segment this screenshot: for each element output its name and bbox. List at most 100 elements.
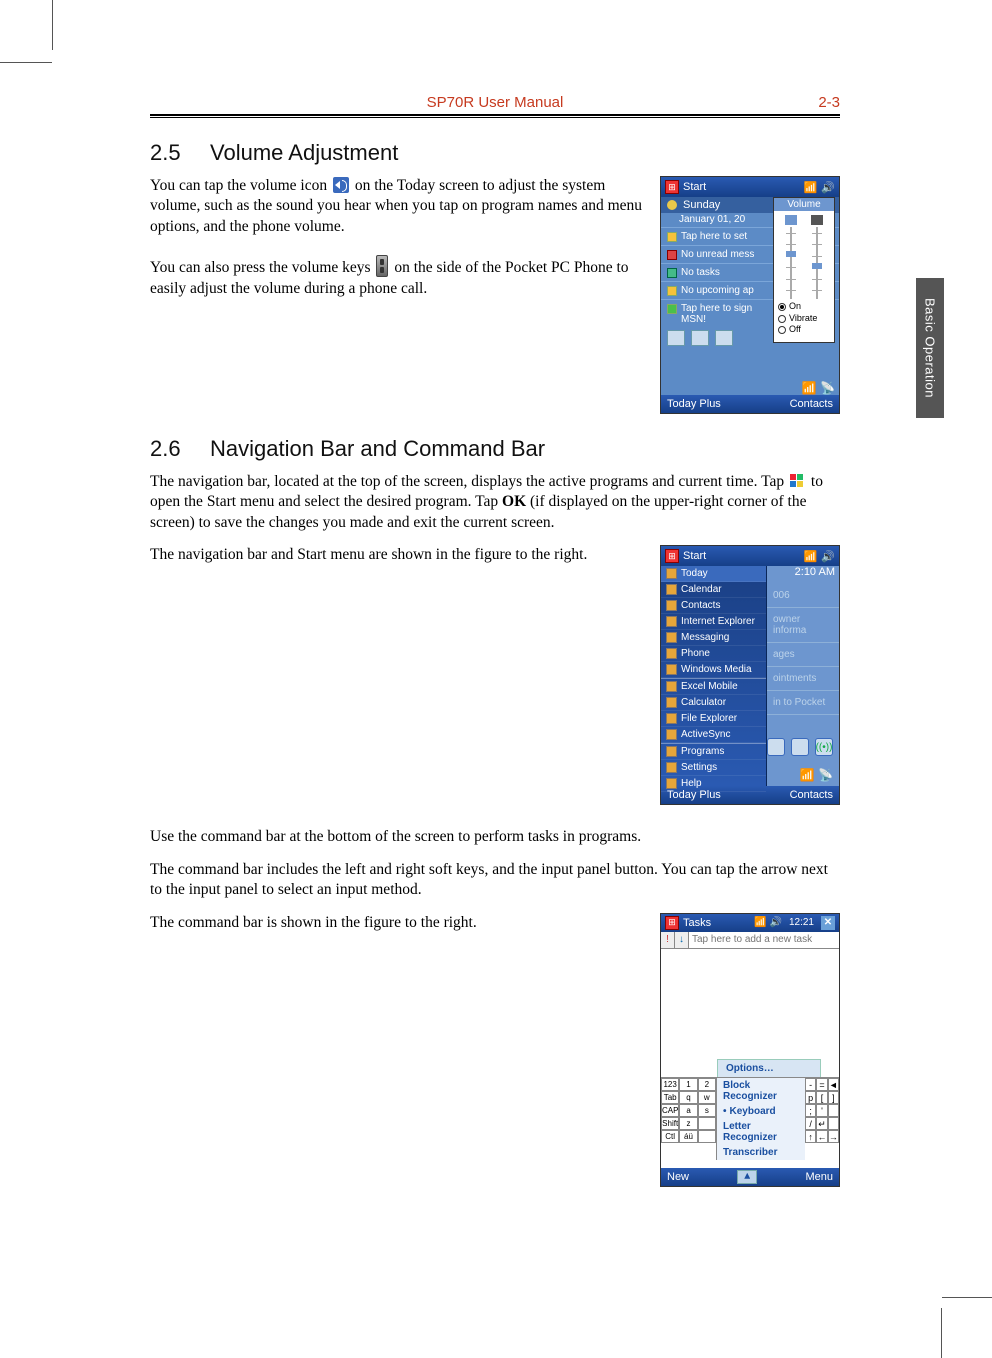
windows-flag-icon <box>790 474 805 488</box>
key[interactable]: q <box>679 1091 697 1104</box>
sort-filter-button[interactable]: ↓ <box>675 932 689 948</box>
key[interactable]: ↵ <box>816 1117 827 1130</box>
key[interactable]: 123 <box>661 1078 679 1091</box>
key[interactable]: s <box>698 1104 716 1117</box>
connection-icons: 📶 📡 <box>800 768 833 782</box>
volume-popup: Volume <box>773 197 835 343</box>
key[interactable]: áü <box>679 1130 697 1143</box>
start-flag-icon: ⊞ <box>665 180 679 194</box>
content-area: SP70R User Manual 2-3 2.5Volume Adjustme… <box>150 94 840 1195</box>
start-menu-item[interactable]: Excel Mobile <box>661 679 766 695</box>
radio-off[interactable] <box>778 326 786 334</box>
left-softkey[interactable]: Today Plus <box>667 398 721 410</box>
nav-bar: ⊞ Start 📶 🔊 <box>661 546 839 566</box>
key[interactable]: ; <box>805 1104 816 1117</box>
start-menu-item[interactable]: Help <box>661 776 766 792</box>
start-menu-item[interactable]: Windows Media <box>661 662 766 678</box>
right-softkey[interactable]: Contacts <box>790 398 833 410</box>
sip-method-item[interactable]: Block Recognizer <box>717 1078 805 1104</box>
radio-vibrate[interactable] <box>778 315 786 323</box>
key[interactable] <box>828 1104 839 1117</box>
task-filter-bar: ! ↓ <box>661 932 839 949</box>
chevron-up-icon <box>744 1173 750 1179</box>
key[interactable]: ↑ <box>805 1130 816 1143</box>
key[interactable]: = <box>816 1078 827 1091</box>
key[interactable]: p <box>805 1091 816 1104</box>
start-menu-item[interactable]: Settings <box>661 760 766 776</box>
sip-method-list[interactable]: Block RecognizerKeyboardLetter Recognize… <box>717 1078 805 1160</box>
speaker-status-icon: 🔊 <box>821 550 835 563</box>
key[interactable]: → <box>828 1130 839 1143</box>
speaker-status-icon: 🔊 <box>821 181 835 194</box>
today-msn-row2: MSN! <box>667 314 706 325</box>
app-icon <box>666 681 677 692</box>
start-menu-item[interactable]: Phone <box>661 646 766 662</box>
key[interactable] <box>828 1117 839 1130</box>
crop-marks-top-left <box>0 0 60 1358</box>
key[interactable]: Tab <box>661 1091 679 1104</box>
app-icon <box>666 584 677 595</box>
start-menu-item[interactable]: ActiveSync <box>661 727 766 743</box>
key[interactable]: z <box>679 1117 697 1130</box>
sip-options[interactable]: Options… <box>717 1059 821 1077</box>
key[interactable]: a <box>679 1104 697 1117</box>
start-menu-item[interactable]: Messaging <box>661 630 766 646</box>
key[interactable]: [ <box>816 1091 827 1104</box>
left-softkey[interactable]: New <box>667 1171 689 1183</box>
start-menu-item[interactable]: File Explorer <box>661 711 766 727</box>
sip-method-item[interactable]: Letter Recognizer <box>717 1119 805 1145</box>
key[interactable]: ] <box>828 1091 839 1104</box>
close-button[interactable]: ✕ <box>821 916 835 930</box>
app-icon <box>666 697 677 708</box>
soft-keyboard-fragment[interactable]: 12312 Tabqw CAPas ShiftzCtláü <box>661 1078 717 1160</box>
key[interactable] <box>698 1130 716 1143</box>
phone-volume-slider[interactable] <box>808 215 826 299</box>
key[interactable]: 2 <box>698 1078 716 1091</box>
start-menu-item[interactable]: Calculator <box>661 695 766 711</box>
right-softkey[interactable]: Menu <box>805 1171 833 1183</box>
sip-method-item[interactable]: Transcriber <box>717 1145 805 1160</box>
start-menu-item[interactable]: Contacts <box>661 598 766 614</box>
start-menu[interactable]: TodayCalendarContactsInternet ExplorerMe… <box>661 566 767 786</box>
clock-time: 12:21 <box>789 917 814 928</box>
key[interactable] <box>698 1117 716 1130</box>
volume-popup-title: Volume <box>774 198 834 211</box>
start-menu-item[interactable]: Calendar <box>661 582 766 598</box>
system-volume-slider[interactable] <box>782 215 800 299</box>
start-menu-item[interactable]: Programs <box>661 744 766 760</box>
key[interactable]: 1 <box>679 1078 697 1091</box>
key[interactable]: ◄ <box>828 1078 839 1091</box>
input-panel-area: 12312 Tabqw CAPas ShiftzCtláü Block Recogni… <box>661 1077 839 1160</box>
priority-filter-button[interactable]: ! <box>661 932 675 948</box>
owner-icon <box>667 232 677 242</box>
key[interactable]: Ctl <box>661 1130 679 1143</box>
right-softkey[interactable]: Contacts <box>790 789 833 801</box>
plugin-icon <box>715 330 733 346</box>
start-flag-icon: ⊞ <box>665 916 679 930</box>
radio-on[interactable] <box>778 303 786 311</box>
key[interactable]: Shift <box>661 1117 679 1130</box>
today-appt-row: No upcoming ap <box>681 285 754 296</box>
key[interactable]: ' <box>816 1104 827 1117</box>
today-row-fragment: ointments <box>767 667 839 691</box>
key[interactable]: - <box>805 1078 816 1091</box>
key[interactable]: / <box>805 1117 816 1130</box>
volume-mode-radios[interactable]: On Vibrate Off <box>774 301 834 339</box>
para-2-6-1: The navigation bar, located at the top o… <box>150 472 840 533</box>
start-menu-item[interactable]: Internet Explorer <box>661 614 766 630</box>
section-number: 2.6 <box>150 436 210 462</box>
today-day: Sunday <box>683 199 720 211</box>
app-icon <box>666 632 677 643</box>
soft-keyboard-right-fragment[interactable]: -=◄ p[];'/↵↑←→ <box>805 1078 839 1160</box>
key[interactable]: CAP <box>661 1104 679 1117</box>
app-icon <box>666 616 677 627</box>
today-tray-icons: ((•)) <box>767 738 833 756</box>
sip-toggle-button[interactable] <box>737 1170 757 1184</box>
key[interactable]: w <box>698 1091 716 1104</box>
start-menu-item[interactable]: Today <box>661 566 766 582</box>
new-task-input[interactable] <box>689 932 839 948</box>
para-2-6-2: The navigation bar and Start menu are sh… <box>150 545 642 565</box>
key[interactable]: ← <box>816 1130 827 1143</box>
app-icon <box>666 648 677 659</box>
sip-method-item[interactable]: Keyboard <box>717 1104 805 1119</box>
